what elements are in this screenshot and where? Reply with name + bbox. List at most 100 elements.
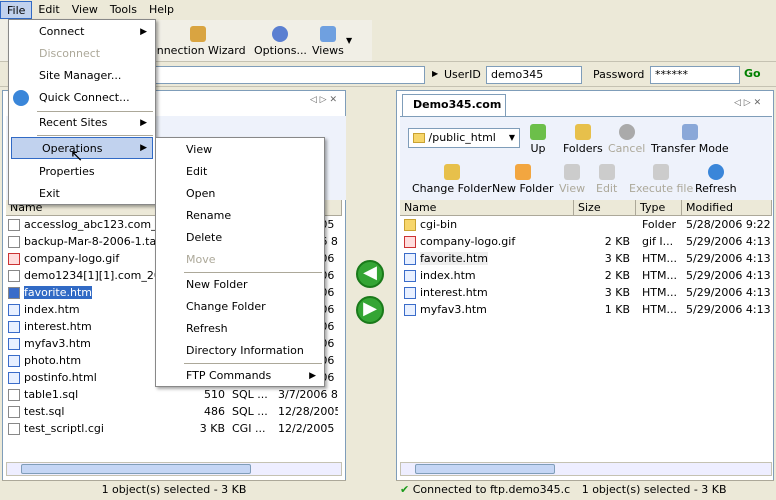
remote-header-size[interactable]: Size — [574, 200, 636, 215]
cancel-button[interactable]: Cancel — [608, 124, 645, 155]
edit-button[interactable]: Edit — [596, 164, 617, 195]
submenu-arrow-icon: ▶ — [309, 371, 316, 381]
file-size: 510 — [204, 388, 225, 401]
remote-header-type[interactable]: Type — [636, 200, 682, 215]
file-type: HTM... — [642, 252, 677, 265]
file-menu-recent-sites[interactable]: Recent Sites — [9, 112, 155, 134]
file-type: gif I... — [642, 235, 674, 248]
table-row[interactable]: index.htm 2 KB HTM... 5/29/2006 4:13 F — [404, 267, 770, 284]
file-menu-connect[interactable]: Connect — [9, 21, 155, 43]
file-icon — [8, 286, 20, 299]
connection-wizard-button[interactable]: onnection Wizard — [150, 26, 246, 57]
remote-path-value: /public_html — [428, 131, 496, 144]
execute-file-button[interactable]: Execute file — [629, 164, 693, 195]
password-input[interactable]: ****** — [650, 66, 740, 84]
ops-view[interactable]: View — [156, 139, 324, 161]
remote-header-modified[interactable]: Modified — [682, 200, 772, 215]
ops-rename[interactable]: Rename — [156, 205, 324, 227]
view-button[interactable]: View — [559, 164, 585, 195]
menu-separator — [184, 363, 322, 364]
file-menu-site-manager[interactable]: Site Manager... — [9, 65, 155, 87]
table-row[interactable]: table1.sql 510 SQL ... 3/7/2006 8 — [8, 386, 342, 403]
local-hscroll-thumb[interactable] — [21, 464, 251, 474]
file-icon — [8, 303, 20, 316]
file-modified: 5/28/2006 9:22 F — [686, 218, 770, 231]
ops-ftp-commands[interactable]: FTP Commands — [156, 365, 324, 387]
userid-input[interactable]: demo345 — [486, 66, 582, 84]
local-pane-nav-icons[interactable]: ◁ ▷ ✕ — [310, 95, 337, 105]
transfer-mode-icon — [681, 124, 698, 140]
transfer-mode-button[interactable]: Transfer Mode — [651, 124, 729, 155]
file-name: backup-Mar-8-2006-1.tar.gz — [24, 235, 174, 248]
views-dropdown-arrow-icon[interactable]: ▼ — [346, 36, 352, 45]
table-row[interactable]: myfav3.htm 1 KB HTM... 5/29/2006 4:13 F — [404, 301, 770, 318]
address-input[interactable]: / — [140, 66, 425, 84]
local-hscroll[interactable] — [6, 462, 342, 476]
file-icon — [8, 269, 20, 282]
ops-directory-information[interactable]: Directory Information — [156, 340, 324, 362]
download-arrow-button[interactable]: ◀ — [356, 260, 384, 288]
new-folder-button[interactable]: New Folder — [492, 164, 553, 195]
tab-demo345[interactable]: Demo345.com — [402, 94, 506, 116]
ops-move[interactable]: Move — [156, 249, 324, 271]
remote-pane-nav-icons[interactable]: ◁ ▷ ✕ — [734, 98, 761, 108]
go-button[interactable]: Go — [744, 67, 761, 80]
change-folder-button[interactable]: Change Folder — [412, 164, 492, 195]
address-dropdown-icon[interactable]: ▶ — [432, 69, 438, 78]
ops-refresh[interactable]: Refresh — [156, 318, 324, 340]
mouse-cursor-icon: ↖ — [70, 146, 84, 165]
file-icon — [8, 371, 20, 384]
file-type: Folder — [642, 218, 676, 231]
remote-hscroll[interactable] — [400, 462, 772, 476]
change-folder-label: Change Folder — [412, 182, 492, 195]
menu-separator — [37, 135, 153, 136]
file-name: accesslog_abc123.com_1... — [24, 218, 174, 231]
file-icon — [8, 252, 20, 265]
up-label: Up — [530, 142, 546, 155]
up-button[interactable]: Up — [530, 124, 546, 155]
file-menu-quick-connect[interactable]: Quick Connect... — [9, 87, 155, 109]
file-name: postinfo.html — [24, 371, 97, 384]
ops-delete[interactable]: Delete — [156, 227, 324, 249]
folders-button[interactable]: Folders — [563, 124, 603, 155]
table-row[interactable]: test.sql 486 SQL ... 12/28/2005 — [8, 403, 342, 420]
table-row[interactable]: interest.htm 3 KB HTM... 5/29/2006 4:13 F — [404, 284, 770, 301]
file-menu-disconnect[interactable]: Disconnect — [9, 43, 155, 65]
file-name: myfav3.htm — [24, 337, 91, 350]
file-menu: Connect ▶ Disconnect Site Manager... Qui… — [8, 19, 156, 205]
menu-help[interactable]: Help — [143, 1, 180, 19]
file-type: CGI ... — [232, 422, 266, 435]
menu-edit[interactable]: Edit — [32, 1, 65, 19]
table-row[interactable]: favorite.htm 3 KB HTM... 5/29/2006 4:13 F — [404, 250, 770, 267]
refresh-label: Refresh — [695, 182, 737, 195]
menu-tools[interactable]: Tools — [104, 1, 143, 19]
ops-edit[interactable]: Edit — [156, 161, 324, 183]
refresh-button[interactable]: Refresh — [695, 164, 737, 195]
refresh-icon — [707, 164, 724, 180]
file-icon — [8, 218, 20, 231]
menu-view[interactable]: View — [66, 1, 104, 19]
upload-arrow-button[interactable]: ▶ — [356, 296, 384, 324]
remote-header-name[interactable]: Name — [400, 200, 574, 215]
table-row[interactable]: test_scriptl.cgi 3 KB CGI ... 12/2/2005 5 — [8, 420, 342, 437]
edit-icon — [598, 164, 615, 180]
options-button[interactable]: Options... — [254, 26, 307, 57]
ops-new-folder[interactable]: New Folder — [156, 274, 324, 296]
file-name: myfav3.htm — [420, 303, 487, 316]
file-icon — [8, 422, 20, 435]
views-button[interactable]: Views — [312, 26, 344, 57]
menu-bar: File Edit View Tools Help — [0, 0, 776, 20]
ops-change-folder[interactable]: Change Folder — [156, 296, 324, 318]
remote-hscroll-thumb[interactable] — [415, 464, 555, 474]
file-modified: 5/29/2006 4:13 F — [686, 269, 770, 282]
remote-path-combo[interactable]: /public_html ▼ — [408, 128, 520, 148]
file-size: 1 KB — [604, 303, 630, 316]
table-row[interactable]: company-logo.gif 2 KB gif I... 5/29/2006 4:… — [404, 233, 770, 250]
file-menu-exit[interactable]: Exit — [9, 183, 155, 205]
file-modified: 3/7/2006 8 — [278, 388, 338, 401]
options-label: Options... — [254, 44, 307, 57]
file-size: 3 KB — [604, 286, 630, 299]
table-row[interactable]: cgi-bin Folder 5/28/2006 9:22 F — [404, 216, 770, 233]
ops-open[interactable]: Open — [156, 183, 324, 205]
menu-file[interactable]: File — [0, 1, 33, 19]
